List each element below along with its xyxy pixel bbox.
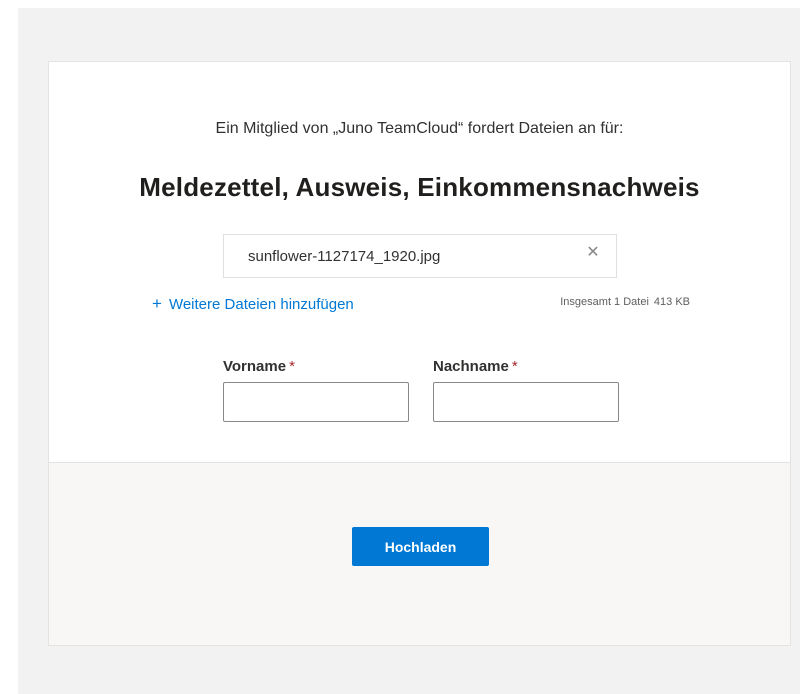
files-total: Insgesamt 1 Datei 413 KB [560, 296, 690, 308]
file-list-item: sunflower-1127174_1920.jpg ✕ [223, 234, 617, 278]
request-subtitle: Ein Mitglied von „Juno TeamCloud“ forder… [215, 120, 624, 137]
last-name-label: Nachname * [433, 358, 518, 375]
add-more-files-label: Weitere Dateien hinzufügen [168, 295, 354, 313]
request-title: Meldezettel, Ausweis, Einkommensnachweis [139, 172, 700, 202]
first-name-label-text: Vorname [223, 358, 287, 375]
file-request-card: Ein Mitglied von „Juno TeamCloud“ forder… [48, 61, 791, 646]
file-name: sunflower-1127174_1920.jpg [248, 248, 441, 265]
first-name-label: Vorname * [223, 358, 295, 375]
plus-icon: + [152, 294, 162, 313]
upload-button[interactable]: Hochladen [352, 527, 489, 566]
close-icon[interactable]: ✕ [584, 244, 602, 262]
last-name-label-text: Nachname [433, 358, 509, 375]
last-name-field[interactable] [433, 382, 619, 422]
files-total-size: 413 KB [653, 296, 690, 308]
required-marker: * [289, 358, 295, 375]
first-name-field[interactable] [223, 382, 409, 422]
files-total-count: Insgesamt 1 Datei [560, 296, 649, 308]
add-more-files-link[interactable]: + Weitere Dateien hinzufügen [152, 294, 354, 314]
request-panel: Ein Mitglied von „Juno TeamCloud“ forder… [49, 62, 790, 463]
required-marker: * [511, 358, 518, 375]
